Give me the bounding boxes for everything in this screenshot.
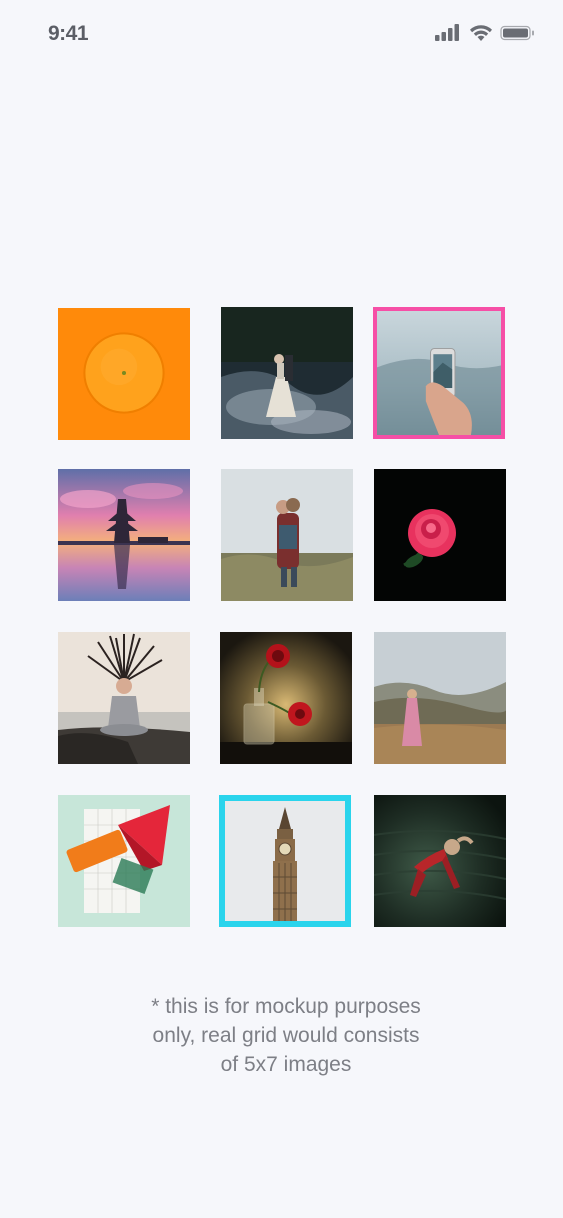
status-bar: 9:41 [0,0,563,70]
grid-image-geometric-shapes[interactable] [58,795,190,927]
battery-icon [500,25,534,41]
grid-image-hand-holding-phone[interactable] [373,307,505,439]
grid-image-big-ben[interactable] [219,795,351,927]
grid-image-woman-in-pink-dress-landscape[interactable] [374,632,506,764]
grid-image-couple-in-field[interactable] [221,469,353,601]
grid-image-dancer-in-dark[interactable] [374,795,506,927]
grid-image-orange[interactable] [58,308,190,440]
wifi-icon [470,25,492,41]
signal-icon [435,24,459,41]
grid-image-red-rose[interactable] [374,469,506,601]
mockup-footnote: * this is for mockup purposes only, real… [151,995,421,1076]
grid-image-temple-at-sunset[interactable] [58,469,190,601]
grid-image-red-flowers-in-bottle[interactable] [220,632,352,764]
grid-image-dancing-couple-in-mist[interactable] [221,307,353,439]
status-time: 9:41 [48,22,89,45]
grid-image-woman-with-flying-hair[interactable] [58,632,190,764]
